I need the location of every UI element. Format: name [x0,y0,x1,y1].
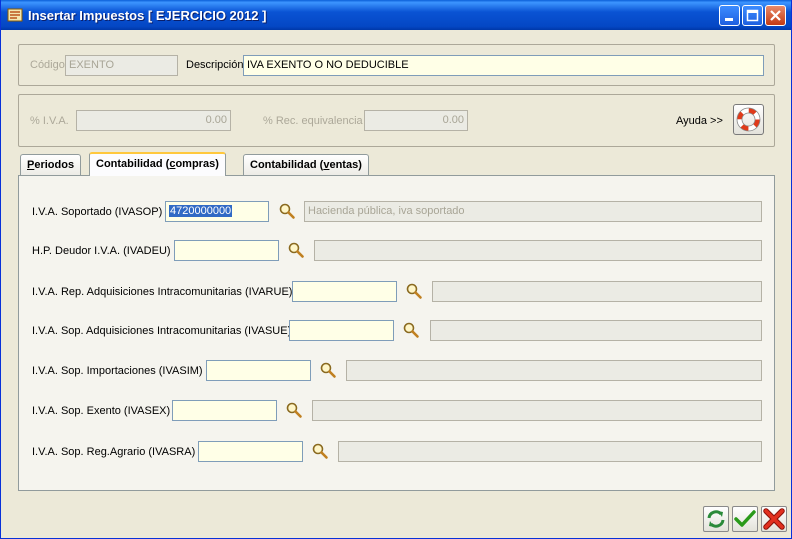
rec-equivalencia-label: % Rec. equivalencia [263,115,363,127]
minimize-button[interactable] [719,5,740,26]
cancel-x-icon [763,508,785,530]
account-label-ivadeu: H.P. Deudor I.V.A. (IVADEU) [32,245,171,257]
help-button[interactable] [733,104,764,135]
search-icon[interactable] [285,401,303,419]
search-icon[interactable] [287,241,305,259]
close-icon [770,10,781,21]
tab-contabilidad-compras[interactable]: Contabilidad (compras) [89,152,226,176]
codigo-label: Código [30,59,65,71]
account-description-ivasra [338,441,762,462]
account-label-ivarue: I.V.A. Rep. Adquisiciones Intracomunitar… [32,286,293,298]
maximize-button[interactable] [742,5,763,26]
refresh-icon [707,510,725,528]
help-label: Ayuda >> [676,115,723,127]
app-icon [7,8,23,22]
title-bar[interactable]: Insertar Impuestos [ EJERCICIO 2012 ] [1,0,791,30]
account-description-ivasop: Hacienda pública, iva soportado [304,201,762,222]
account-label-ivasex: I.V.A. Sop. Exento (IVASEX) [32,405,171,417]
maximize-icon [746,9,759,22]
codigo-field[interactable]: EXENTO [65,55,178,76]
accept-button[interactable] [732,506,758,532]
account-description-ivasex [312,400,762,421]
account-label-ivasop: I.V.A. Soportado (IVASOP) [32,206,163,218]
descripcion-field[interactable]: IVA EXENTO O NO DEDUCIBLE [243,55,764,76]
checkmark-icon [734,510,756,527]
search-icon[interactable] [311,442,329,460]
account-description-ivadeu [314,240,762,261]
account-input-ivarue[interactable] [292,281,397,302]
account-input-ivasop[interactable]: 4720000000 [165,201,269,222]
search-icon[interactable] [402,321,420,339]
account-description-ivarue [432,281,762,302]
account-description-ivasim [346,360,762,381]
dialog-window: Insertar Impuestos [ EJERCICIO 2012 ] Có… [0,0,792,539]
iva-field[interactable]: 0.00 [76,110,231,131]
account-label-ivasim: I.V.A. Sop. Importaciones (IVASIM) [32,365,203,377]
close-button[interactable] [765,5,786,26]
descripcion-label: Descripción [186,59,244,71]
refresh-button[interactable] [703,506,729,532]
account-input-ivasra[interactable] [198,441,303,462]
window-title: Insertar Impuestos [ EJERCICIO 2012 ] [28,8,267,23]
rec-equivalencia-field[interactable]: 0.00 [364,110,468,131]
search-icon[interactable] [278,202,296,220]
account-input-ivasex[interactable] [172,400,277,421]
lifebuoy-icon [736,107,761,132]
account-input-ivadeu[interactable] [174,240,279,261]
search-icon[interactable] [405,282,423,300]
search-icon[interactable] [319,361,337,379]
account-input-ivasim[interactable] [206,360,311,381]
account-label-ivasra: I.V.A. Sop. Reg.Agrario (IVASRA) [32,446,196,458]
tab-periodos[interactable]: Periodos [20,154,82,176]
account-input-ivasue[interactable] [289,320,394,341]
minimize-icon [725,18,733,21]
iva-label: % I.V.A. [30,115,69,127]
account-label-ivasue: I.V.A. Sop. Adquisiciones Intracomunitar… [32,325,292,337]
cancel-button[interactable] [761,506,787,532]
tab-contabilidad-ventas[interactable]: Contabilidad (ventas) [243,154,369,176]
account-description-ivasue [430,320,762,341]
